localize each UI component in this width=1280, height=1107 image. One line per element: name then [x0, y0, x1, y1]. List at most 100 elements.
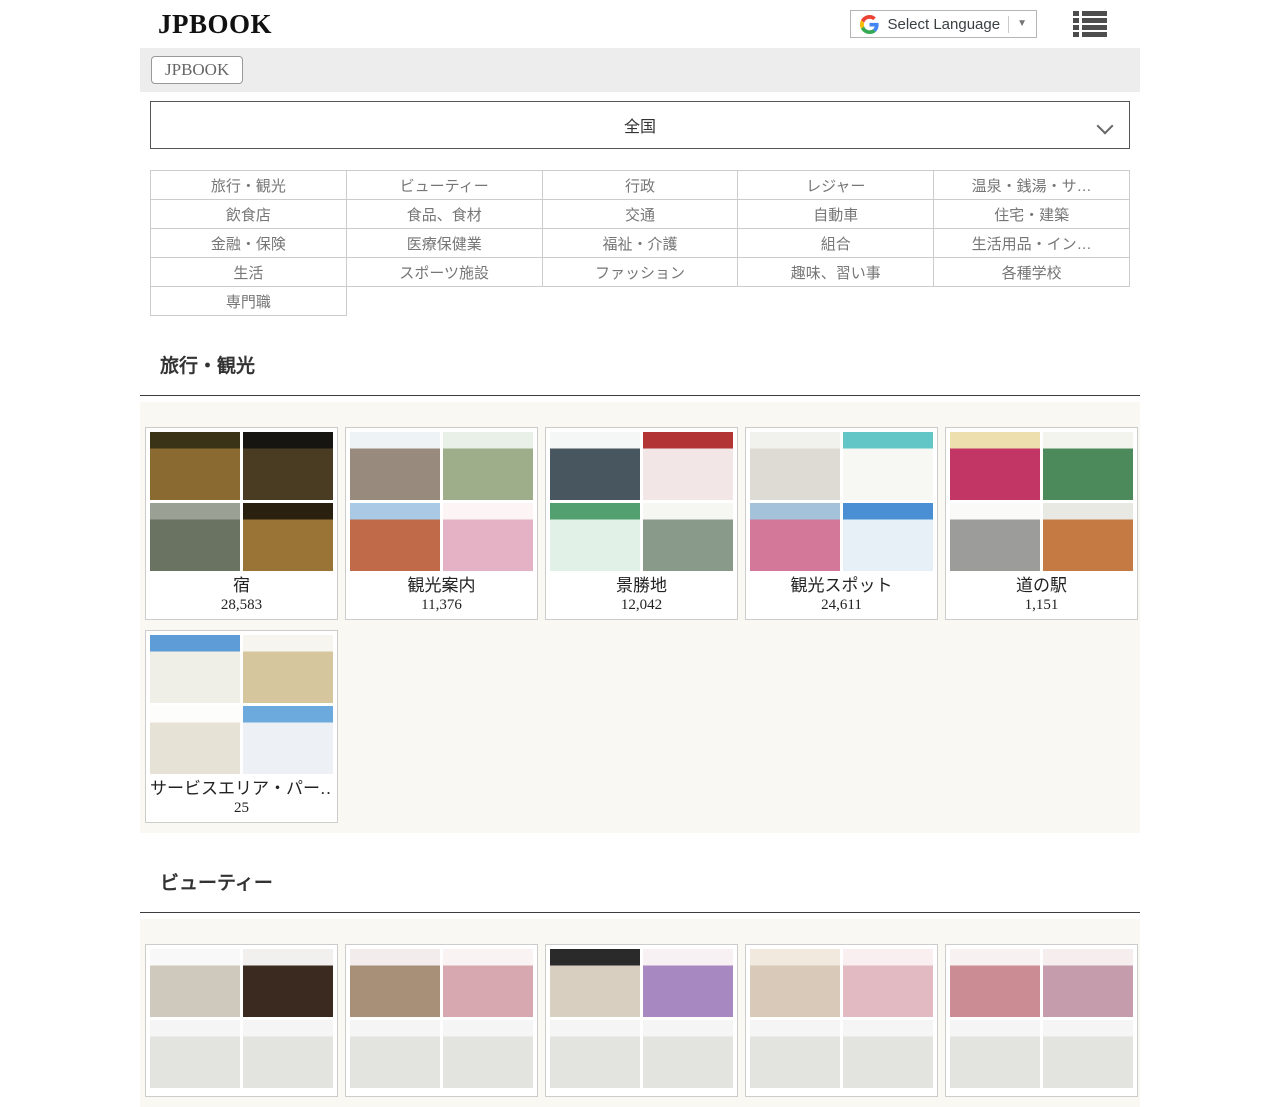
category-link[interactable]: 温泉・銭湯・サ…: [934, 171, 1130, 200]
category-card[interactable]: [345, 944, 538, 1097]
category-empty-cell: [346, 287, 542, 316]
card-thumbnails: [550, 432, 733, 571]
category-empty-cell: [934, 287, 1130, 316]
thumbnail-image: [350, 432, 440, 500]
thumbnail-image: [550, 1020, 640, 1088]
category-card[interactable]: [745, 944, 938, 1097]
category-card[interactable]: 宿28,583: [145, 427, 338, 620]
thumbnail-image: [550, 432, 640, 500]
thumbnail-image: [243, 432, 333, 500]
section-title: 旅行・観光: [160, 351, 1140, 378]
thumbnail-image: [443, 949, 533, 1017]
category-link[interactable]: ビューティー: [346, 171, 542, 200]
thumbnail-image: [150, 949, 240, 1017]
thumbnail-image: [150, 635, 240, 703]
category-card[interactable]: 観光スポット24,611: [745, 427, 938, 620]
category-section: ビューティー: [140, 868, 1140, 1107]
category-link[interactable]: 専門職: [151, 287, 347, 316]
category-link[interactable]: 生活: [151, 258, 347, 287]
thumbnail-image: [150, 1020, 240, 1088]
thumbnail-image: [843, 432, 933, 500]
category-card[interactable]: 観光案内11,376: [345, 427, 538, 620]
thumbnail-image: [950, 1020, 1040, 1088]
category-link[interactable]: レジャー: [738, 171, 934, 200]
thumbnail-image: [643, 949, 733, 1017]
thumbnail-image: [950, 432, 1040, 500]
thumbnail-image: [750, 949, 840, 1017]
category-link[interactable]: 行政: [542, 171, 738, 200]
category-link[interactable]: 生活用品・イン…: [934, 229, 1130, 258]
thumbnail-image: [750, 1020, 840, 1088]
category-link[interactable]: 飲食店: [151, 200, 347, 229]
card-thumbnails: [150, 949, 333, 1088]
thumbnail-image: [843, 503, 933, 571]
category-link[interactable]: 食品、食材: [346, 200, 542, 229]
region-select[interactable]: 全国: [150, 101, 1130, 149]
thumbnail-image: [643, 503, 733, 571]
thumbnail-image: [243, 635, 333, 703]
category-link[interactable]: 福祉・介護: [542, 229, 738, 258]
thumbnail-image: [1043, 503, 1133, 571]
category-link[interactable]: 趣味、習い事: [738, 258, 934, 287]
thumbnail-image: [1043, 1020, 1133, 1088]
category-card[interactable]: サービスエリア・パー…25: [145, 630, 338, 823]
category-link[interactable]: 旅行・観光: [151, 171, 347, 200]
category-table: 旅行・観光ビューティー行政レジャー温泉・銭湯・サ… 飲食店食品、食材交通自動車住宅…: [150, 170, 1130, 316]
card-thumbnails: [350, 949, 533, 1088]
thumbnail-image: [443, 1020, 533, 1088]
category-link[interactable]: スポーツ施設: [346, 258, 542, 287]
menu-list-icon[interactable]: [1073, 11, 1107, 37]
thumbnail-image: [443, 503, 533, 571]
card-thumbnails: [150, 432, 333, 571]
category-card[interactable]: [945, 944, 1138, 1097]
card-count: 12,042: [550, 596, 733, 615]
thumbnail-image: [243, 1020, 333, 1088]
category-link[interactable]: 住宅・建築: [934, 200, 1130, 229]
thumbnail-image: [550, 949, 640, 1017]
category-card[interactable]: 道の駅1,151: [945, 427, 1138, 620]
chevron-down-icon: [1097, 118, 1114, 135]
thumbnail-image: [243, 949, 333, 1017]
category-link[interactable]: 組合: [738, 229, 934, 258]
thumbnail-image: [150, 503, 240, 571]
category-card[interactable]: 景勝地12,042: [545, 427, 738, 620]
thumbnail-image: [550, 503, 640, 571]
card-label: サービスエリア・パー…: [150, 778, 333, 799]
category-link[interactable]: 自動車: [738, 200, 934, 229]
category-link[interactable]: 金融・保険: [151, 229, 347, 258]
thumbnail-image: [843, 949, 933, 1017]
category-card[interactable]: [145, 944, 338, 1097]
card-count: 1,151: [950, 596, 1133, 615]
thumbnail-image: [750, 503, 840, 571]
header-right: Select Language ▼: [850, 10, 1140, 38]
sections: 旅行・観光 宿28,583観光案内11,376景勝地12,042観光スポット24…: [140, 351, 1140, 1107]
card-thumbnails: [750, 432, 933, 571]
category-card[interactable]: [545, 944, 738, 1097]
category-empty-cell: [542, 287, 738, 316]
thumbnail-image: [350, 949, 440, 1017]
category-link[interactable]: 交通: [542, 200, 738, 229]
thumbnail-image: [843, 1020, 933, 1088]
card-label: 観光案内: [350, 575, 533, 596]
card-count: 24,611: [750, 596, 933, 615]
language-selector-label: Select Language: [887, 16, 1000, 33]
card-area: 宿28,583観光案内11,376景勝地12,042観光スポット24,611道の…: [140, 402, 1140, 833]
card-grid: [145, 944, 1140, 1097]
thumbnail-image: [643, 432, 733, 500]
site-header: JPBOOK Select Language ▼: [140, 0, 1140, 48]
card-count: 11,376: [350, 596, 533, 615]
separator: [1008, 16, 1009, 33]
card-count: 28,583: [150, 596, 333, 615]
breadcrumb: JPBOOK: [140, 48, 1140, 92]
card-thumbnails: [950, 432, 1133, 571]
breadcrumb-home-button[interactable]: JPBOOK: [151, 56, 243, 84]
language-selector[interactable]: Select Language ▼: [850, 10, 1037, 38]
thumbnail-image: [443, 432, 533, 500]
section-divider: [140, 395, 1140, 396]
card-area: [140, 919, 1140, 1107]
region-select-value: 全国: [624, 113, 656, 137]
category-link[interactable]: 医療保健業: [346, 229, 542, 258]
thumbnail-image: [1043, 949, 1133, 1017]
category-link[interactable]: 各種学校: [934, 258, 1130, 287]
category-link[interactable]: ファッション: [542, 258, 738, 287]
